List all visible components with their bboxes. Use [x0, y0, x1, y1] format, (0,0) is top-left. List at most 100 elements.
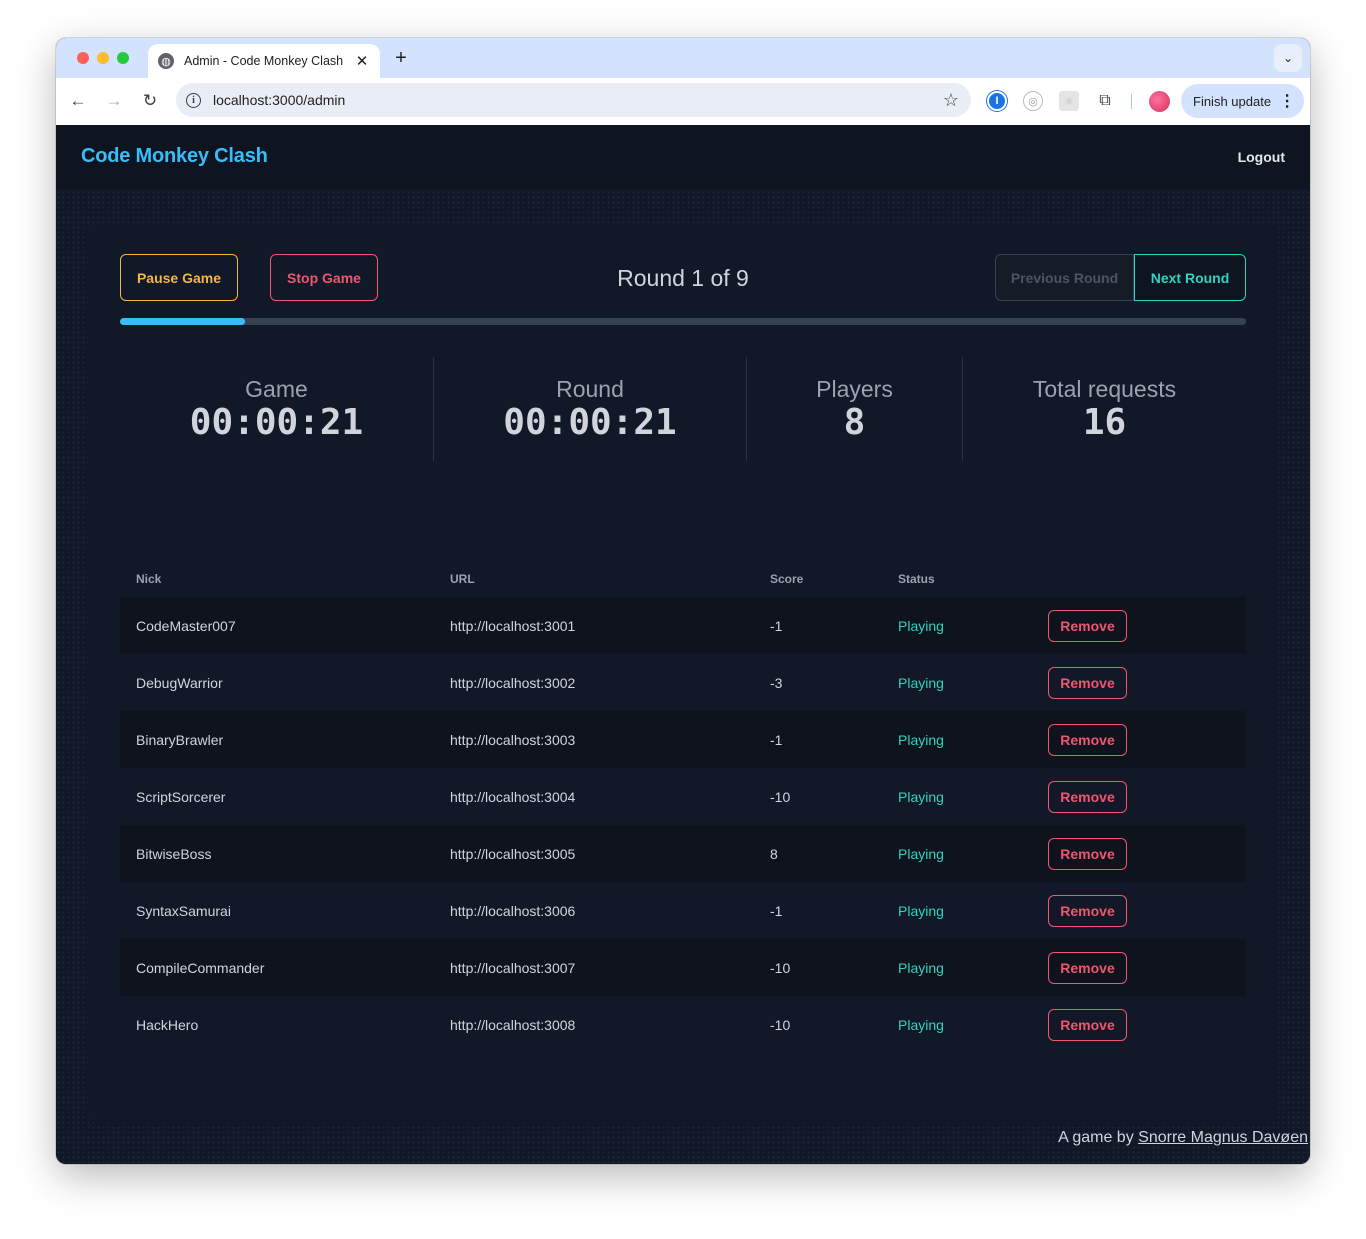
browser-tab-active[interactable]: ◍ Admin - Code Monkey Clash ✕	[148, 44, 380, 78]
player-status: Playing	[898, 959, 944, 976]
stat-label: Game	[245, 376, 308, 402]
player-score: -10	[770, 788, 791, 805]
close-tab-icon[interactable]: ✕	[354, 52, 370, 70]
column-header-nick: Nick	[136, 572, 162, 586]
remove-player-button[interactable]: Remove	[1048, 951, 1127, 984]
player-actions: Remove	[1032, 711, 1246, 768]
chevron-down-icon: ⌄	[1282, 51, 1294, 65]
player-score: -10	[770, 1016, 791, 1033]
stat-value: 00:00:21	[503, 402, 677, 443]
player-actions: Remove	[1032, 996, 1246, 1053]
table-header-row: Nick URL Score Status	[120, 561, 1246, 597]
player-score: -3	[770, 674, 783, 691]
author-link[interactable]: Snorre Magnus Davøen	[1138, 1129, 1308, 1146]
player-score: -1	[770, 731, 783, 748]
player-score: 8	[770, 845, 778, 862]
stat-value: 00:00:21	[189, 402, 364, 443]
players-table: Nick URL Score Status CodeMaster007 http:…	[120, 561, 1246, 1053]
next-round-button[interactable]: Next Round	[1134, 254, 1246, 301]
page-content: Code Monkey Clash Logout Pause Game Stop…	[56, 125, 1310, 1164]
player-url: http://localhost:3008	[450, 1016, 576, 1033]
player-status: Playing	[898, 674, 944, 691]
browser-window: ◍ Admin - Code Monkey Clash ✕ + ⌄ ← → ↻ …	[56, 38, 1310, 1164]
player-actions: Remove	[1032, 768, 1246, 825]
remove-player-button[interactable]: Remove	[1048, 666, 1127, 699]
address-bar[interactable]: i localhost:3000/admin ☆	[176, 83, 971, 117]
player-url: http://localhost:3005	[450, 845, 576, 862]
finish-update-button[interactable]: Finish update ⋮	[1181, 84, 1304, 118]
site-info-icon[interactable]: i	[186, 92, 201, 108]
remove-player-button[interactable]: Remove	[1048, 609, 1127, 642]
player-url: http://localhost:3002	[450, 674, 576, 691]
player-url: http://localhost:3003	[450, 731, 576, 748]
player-status: Playing	[898, 731, 944, 748]
bookmark-star-icon[interactable]: ☆	[943, 90, 959, 111]
admin-panel: Pause Game Stop Game Round 1 of 9 Previo…	[88, 223, 1278, 1123]
player-nick: BitwiseBoss	[136, 845, 212, 862]
player-url: http://localhost:3006	[450, 902, 576, 919]
column-header-url: URL	[450, 572, 475, 586]
stat-value: 8	[843, 402, 866, 443]
logout-link[interactable]: Logout	[1238, 149, 1285, 165]
url-input[interactable]: localhost:3000/admin	[213, 92, 943, 108]
extensions-puzzle-icon[interactable]: ⧉	[1095, 91, 1115, 111]
player-nick: CodeMaster007	[136, 617, 236, 634]
back-button[interactable]: ←	[67, 90, 89, 112]
reload-button[interactable]: ↻	[139, 90, 161, 112]
globe-icon: ◍	[158, 53, 174, 69]
close-window-button[interactable]	[77, 52, 89, 64]
remove-player-button[interactable]: Remove	[1048, 780, 1127, 813]
column-header-score: Score	[770, 572, 804, 586]
profile-avatar[interactable]	[1149, 91, 1170, 112]
app-header: Code Monkey Clash Logout	[56, 125, 1310, 189]
player-actions: Remove	[1032, 882, 1246, 939]
finish-update-label: Finish update	[1193, 93, 1272, 109]
table-row: BitwiseBoss http://localhost:3005 8 Playing…	[120, 825, 1246, 882]
previous-round-button[interactable]: Previous Round	[995, 254, 1134, 301]
player-nick: SyntaxSamurai	[136, 902, 231, 919]
table-row: DebugWarrior http://localhost:3002 -3 Playi…	[120, 654, 1246, 711]
stat-label: Round	[556, 376, 624, 402]
minimize-window-button[interactable]	[97, 52, 109, 64]
stats-row: Game 00:00:21 Round 00:00:21 Players 8 T…	[120, 357, 1246, 461]
player-actions: Remove	[1032, 939, 1246, 996]
round-navigation: Previous Round Next Round	[995, 254, 1246, 301]
table-row: SyntaxSamurai http://localhost:3006 -1 Play…	[120, 882, 1246, 939]
player-score: -10	[770, 959, 791, 976]
page-footer: A game by Snorre Magnus Davøen	[56, 1129, 1310, 1147]
tab-search-button[interactable]: ⌄	[1274, 44, 1302, 72]
player-score: -1	[770, 902, 783, 919]
table-row: HackHero http://localhost:3008 -10 Playing R…	[120, 996, 1246, 1053]
stat-label: Players	[816, 376, 893, 402]
browser-toolbar: ← → ↻ i localhost:3000/admin ☆ I ◎ ⚛ ⧉ F…	[56, 78, 1310, 125]
stat-value: 16	[1082, 402, 1127, 443]
player-url: http://localhost:3004	[450, 788, 576, 805]
player-status: Playing	[898, 845, 944, 862]
player-nick: CompileCommander	[136, 959, 265, 976]
extension-icon[interactable]: ◎	[1023, 91, 1043, 111]
1password-icon[interactable]: I	[987, 91, 1007, 111]
remove-player-button[interactable]: Remove	[1048, 1008, 1127, 1041]
player-actions: Remove	[1032, 654, 1246, 711]
remove-player-button[interactable]: Remove	[1048, 894, 1127, 927]
tab-title: Admin - Code Monkey Clash	[184, 54, 344, 68]
react-devtools-icon[interactable]: ⚛	[1059, 91, 1079, 111]
stat-round-time: Round 00:00:21	[434, 357, 747, 461]
remove-player-button[interactable]: Remove	[1048, 837, 1127, 870]
player-score: -1	[770, 617, 783, 634]
player-status: Playing	[898, 788, 944, 805]
player-actions: Remove	[1032, 597, 1246, 654]
column-header-actions	[1032, 561, 1246, 597]
brand-logo[interactable]: Code Monkey Clash	[81, 145, 268, 168]
remove-player-button[interactable]: Remove	[1048, 723, 1127, 756]
stat-players: Players 8	[747, 357, 963, 461]
stat-total-requests: Total requests 16	[963, 357, 1246, 461]
new-tab-button[interactable]: +	[390, 47, 412, 69]
forward-button[interactable]: →	[103, 90, 125, 112]
player-nick: HackHero	[136, 1016, 199, 1033]
player-status: Playing	[898, 1016, 944, 1033]
player-nick: DebugWarrior	[136, 674, 223, 691]
maximize-window-button[interactable]	[117, 52, 129, 64]
round-progress-fill	[120, 318, 245, 325]
player-nick: ScriptSorcerer	[136, 788, 226, 805]
